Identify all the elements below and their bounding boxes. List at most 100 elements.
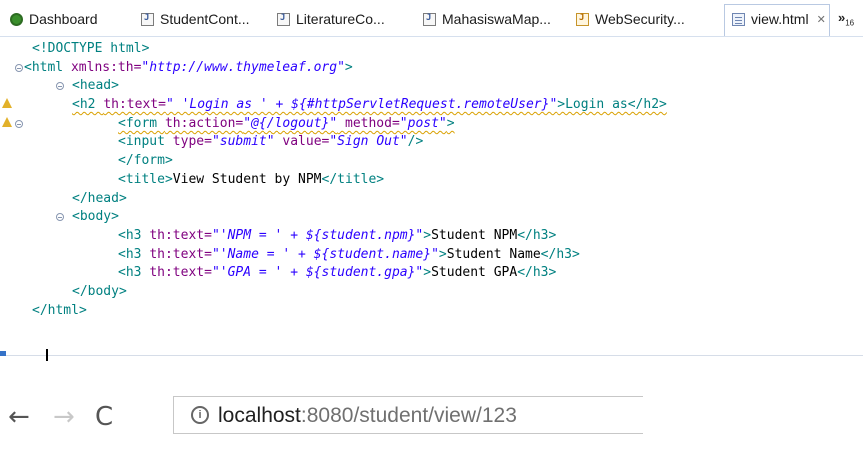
code-token: <body> — [72, 209, 119, 225]
code-token: <html — [24, 59, 71, 75]
code-token: th:text= — [149, 227, 212, 243]
code-token: Student Name — [446, 246, 541, 262]
tab-view-html[interactable]: view.html ✕ — [732, 8, 826, 30]
code-token: "Sign Out" — [329, 134, 408, 150]
tab-mahasiswa-mapper[interactable]: MahasiswaMap... — [423, 8, 551, 30]
code-line: <title>View Student by NPM</title> — [0, 171, 863, 190]
tab-label: LiteratureCo... — [296, 11, 385, 27]
text-cursor — [46, 349, 48, 361]
code-token: </h3> — [540, 246, 580, 262]
code-token: th:text= — [149, 265, 212, 281]
info-icon[interactable]: i — [191, 406, 209, 424]
url-path: :8080/student/view/123 — [300, 404, 517, 427]
code-token: th:text= — [149, 246, 212, 262]
html-file-icon — [732, 12, 745, 26]
scroll-marker — [0, 351, 6, 356]
code-token: > — [423, 265, 432, 281]
code-token: Student NPM — [431, 227, 518, 243]
code-line: </html> — [0, 302, 863, 321]
code-line: </head> — [0, 190, 863, 209]
editor-tab-bar: Dashboard StudentCont... LiteratureCo...… — [0, 0, 863, 37]
code-editor[interactable]: <!DOCTYPE html> <html xmlns:th="http://w… — [0, 40, 863, 320]
code-line: <h3 th:text="'GPA = ' + ${student.gpa}">… — [0, 264, 863, 283]
code-token: <h3 — [118, 265, 150, 281]
code-line: <!DOCTYPE html> — [0, 40, 863, 59]
code-line: <input type="submit" value="Sign Out"/> — [0, 133, 863, 152]
warning-icon[interactable] — [2, 98, 12, 109]
code-token: <input — [118, 134, 173, 150]
code-line: <head> — [0, 77, 863, 96]
code-token: View Student by NPM — [172, 171, 322, 187]
url-host: localhost — [218, 404, 301, 427]
java-file-icon — [423, 12, 436, 26]
code-token: <title> — [118, 171, 173, 187]
editor-bottom-border — [0, 355, 863, 356]
code-token: xmlns:th= — [70, 59, 142, 75]
back-arrow-icon[interactable]: ← — [8, 402, 30, 432]
code-token: th:action= — [164, 115, 244, 131]
code-token: Student GPA — [431, 265, 518, 281]
code-line: </form> — [0, 152, 863, 171]
code-token: </form> — [118, 153, 173, 169]
warning-icon[interactable] — [2, 116, 12, 127]
code-line: </body> — [0, 283, 863, 302]
code-token: > — [344, 59, 353, 75]
tab-label: WebSecurity... — [595, 11, 685, 27]
code-line: <form th:action="@{/logout}" method="pos… — [0, 115, 863, 134]
code-line: <h3 th:text="'NPM = ' + ${student.npm}">… — [0, 227, 863, 246]
overflow-count: 16 — [845, 18, 855, 28]
code-token: "submit" — [211, 134, 275, 150]
java-file-icon — [141, 12, 154, 26]
browser-toolbar: ← → C i localhost:8080/student/view/123 — [0, 390, 863, 456]
code-line: <h2 th:text=" 'Login as ' + ${#httpServl… — [0, 96, 863, 115]
code-token: "'NPM = ' + ${student.npm}" — [211, 227, 424, 243]
tab-overflow-button[interactable]: »16 — [838, 10, 854, 28]
code-token: <h2 — [72, 97, 104, 113]
code-token: "post" — [399, 115, 447, 131]
forward-arrow-icon[interactable]: → — [53, 402, 75, 432]
code-token: value= — [274, 134, 330, 150]
code-token: " 'Login as ' + ${#httpServletRequest.re… — [165, 97, 558, 113]
dashboard-icon — [10, 12, 23, 26]
code-token: > — [446, 115, 455, 131]
code-token: <h3 — [118, 246, 150, 262]
java-file-icon — [277, 12, 290, 26]
tab-student-controller[interactable]: StudentCont... — [141, 8, 250, 30]
code-token: <head> — [72, 78, 119, 94]
code-line: <body> — [0, 208, 863, 227]
code-token: th:text= — [103, 97, 166, 113]
tab-label: Dashboard — [29, 11, 98, 27]
code-token: </h3> — [517, 265, 557, 281]
url-text[interactable]: localhost:8080/student/view/123 — [218, 404, 517, 428]
close-icon[interactable]: ✕ — [817, 13, 826, 26]
tab-dashboard[interactable]: Dashboard — [10, 8, 98, 30]
code-token: <!DOCTYPE html> — [32, 41, 150, 56]
code-token: type= — [172, 134, 212, 150]
tab-label: view.html — [751, 11, 809, 27]
code-token: </h3> — [517, 227, 557, 243]
code-token: > — [438, 246, 447, 262]
tab-literature-controller[interactable]: LiteratureCo... — [277, 8, 385, 30]
tab-label: StudentCont... — [160, 11, 250, 27]
reload-icon[interactable]: C — [95, 402, 113, 432]
code-token: </body> — [72, 283, 127, 299]
java-file-icon — [576, 12, 589, 26]
code-token: <form — [118, 115, 165, 131]
code-token: "'Name = ' + ${student.name}" — [211, 246, 439, 262]
tab-web-security[interactable]: WebSecurity... — [576, 8, 685, 30]
address-bar[interactable]: i localhost:8080/student/view/123 — [173, 396, 643, 434]
fold-toggle-icon[interactable] — [15, 119, 23, 128]
code-token: >Login as</h2> — [557, 97, 667, 113]
code-token: </title> — [321, 171, 385, 187]
tab-label: MahasiswaMap... — [442, 11, 551, 27]
fold-toggle-icon[interactable] — [56, 82, 64, 91]
code-token: "@{/logout}" — [243, 115, 338, 131]
code-token: </html> — [32, 302, 87, 318]
code-token: /> — [407, 134, 424, 150]
fold-toggle-icon[interactable] — [56, 213, 64, 222]
fold-toggle-icon[interactable] — [15, 63, 23, 72]
code-token: "'GPA = ' + ${student.gpa}" — [211, 265, 424, 281]
code-token: > — [423, 227, 432, 243]
code-line: <html xmlns:th="http://www.thymeleaf.org… — [0, 59, 863, 78]
code-token: "http://www.thymeleaf.org" — [141, 59, 345, 75]
